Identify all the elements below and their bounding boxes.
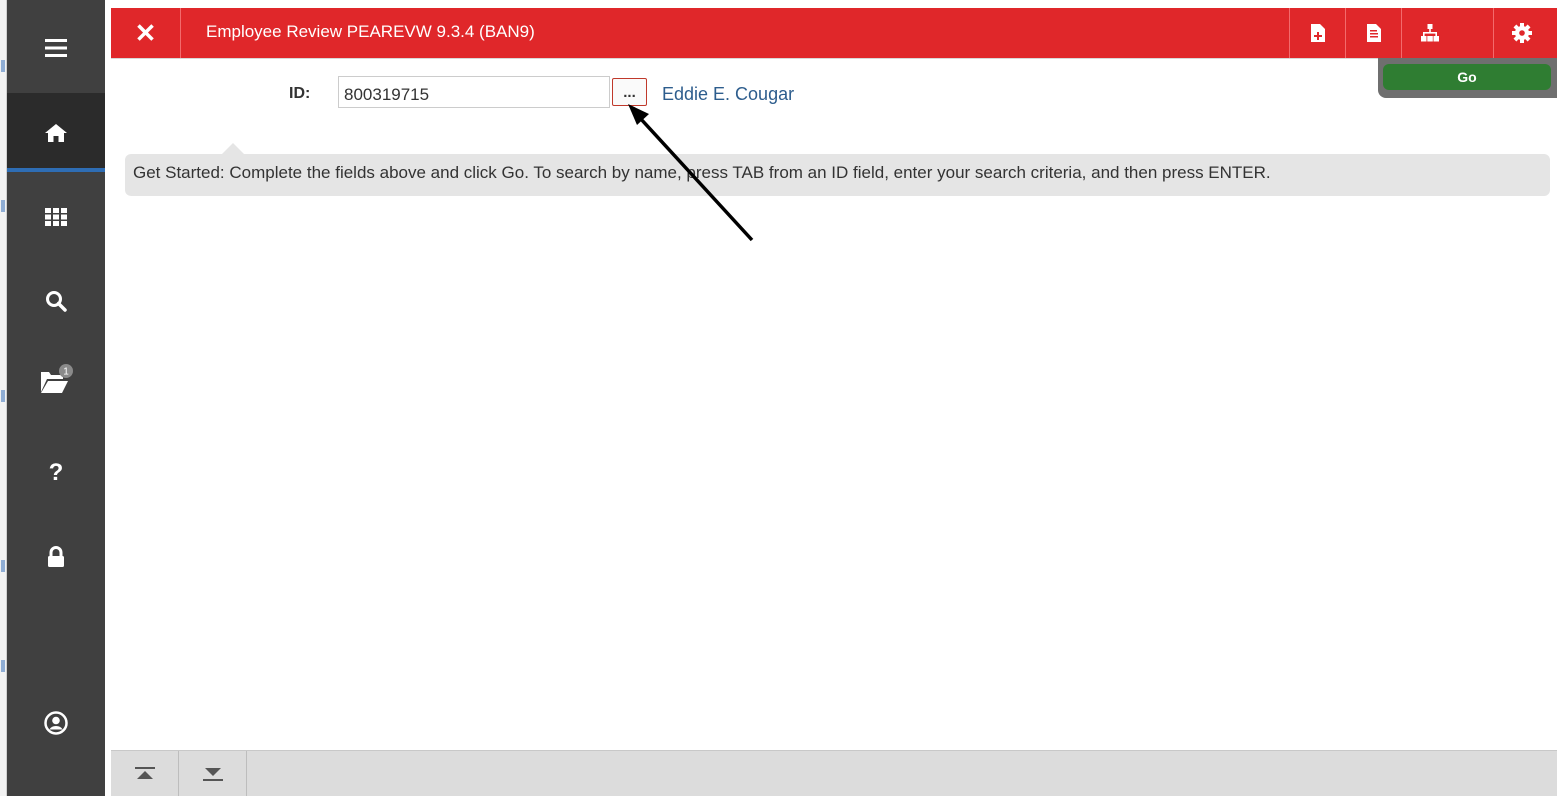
go-button[interactable]: Go (1383, 64, 1551, 90)
related-document-icon (1366, 24, 1381, 42)
id-lookup-button[interactable]: ... (612, 78, 647, 106)
recent-badge-count: 1 (63, 367, 69, 378)
first-record-button[interactable] (111, 751, 179, 796)
hamburger-icon[interactable] (7, 30, 105, 66)
annotation-arrow (628, 104, 754, 242)
id-input[interactable]: 800319715 (338, 76, 610, 108)
last-record-icon (202, 768, 223, 781)
settings-button[interactable] (1493, 8, 1549, 58)
last-record-button[interactable] (179, 751, 247, 796)
hierarchy-icon (1420, 24, 1439, 42)
close-icon: ✕ (134, 17, 157, 48)
content-divider (111, 58, 1557, 68)
first-record-icon (134, 767, 155, 779)
id-label: ID: (289, 85, 311, 102)
related-document-button[interactable] (1345, 8, 1401, 58)
bottom-navigation-bar (111, 750, 1557, 796)
banner-page: 1 ? ✕ Employee Review PEAREVW 9.3.4 (BAN… (0, 0, 1557, 796)
home-icon[interactable] (7, 115, 105, 151)
employee-name: Eddie E. Cougar (662, 84, 795, 104)
grid-icon[interactable] (7, 199, 105, 235)
question-icon[interactable]: ? (7, 455, 105, 491)
left-window-edge (0, 0, 7, 796)
get-started-notice: Get Started: Complete the fields above a… (125, 154, 1550, 196)
add-document-button[interactable] (1289, 8, 1345, 58)
hierarchy-button[interactable] (1401, 8, 1457, 58)
page-title: Employee Review PEAREVW 9.3.4 (BAN9) (206, 22, 535, 41)
close-button[interactable]: ✕ (111, 8, 181, 58)
settings-gear-icon (1511, 23, 1532, 43)
search-icon[interactable] (7, 283, 105, 319)
sidebar: 1 ? (7, 0, 105, 796)
page-header-bar: ✕ Employee Review PEAREVW 9.3.4 (BAN9) (111, 8, 1557, 58)
notice-pointer (222, 143, 244, 154)
add-document-icon (1310, 24, 1325, 42)
user-circle-icon[interactable] (7, 705, 105, 741)
lock-icon[interactable] (7, 539, 105, 575)
folder-open-icon[interactable]: 1 (7, 360, 105, 400)
go-button-container: Go (1378, 58, 1557, 98)
